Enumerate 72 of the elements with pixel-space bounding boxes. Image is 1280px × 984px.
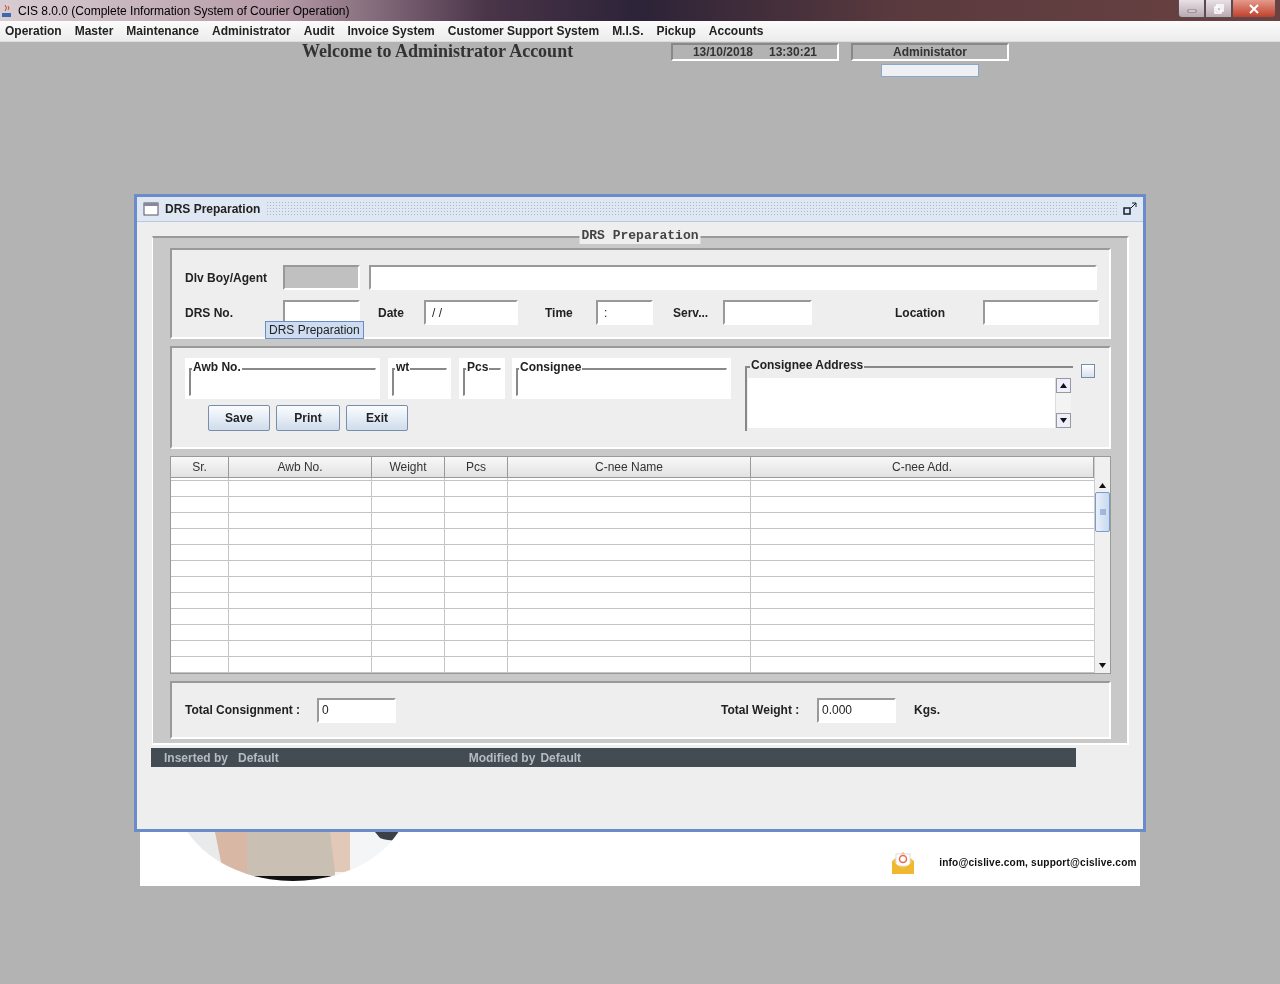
panel-title: DRS Preparation xyxy=(579,228,701,244)
menu-item[interactable]: Master xyxy=(69,24,120,38)
user-name-display: Administator xyxy=(851,43,1009,61)
time-text: 13:30:21 xyxy=(769,45,818,59)
input-field[interactable]: 0 xyxy=(317,697,396,723)
action-button[interactable]: Save xyxy=(208,405,270,431)
field-label: Kgs. xyxy=(914,703,941,717)
field-label: Consignee Address xyxy=(750,358,865,372)
menu-item[interactable]: Customer Support System xyxy=(442,24,606,38)
field-label: Pcs xyxy=(466,360,490,374)
close-button[interactable] xyxy=(1232,0,1276,18)
field-label: Location xyxy=(895,305,946,320)
mail-icon xyxy=(890,849,917,875)
field-label: wt xyxy=(395,360,411,374)
field-label: DRS No. xyxy=(185,305,234,320)
close-icon[interactable] xyxy=(1248,3,1260,14)
scroll-down-icon[interactable] xyxy=(1056,413,1071,428)
input-field[interactable] xyxy=(881,64,979,77)
column-header[interactable]: Awb No. xyxy=(229,457,372,477)
scroll-up-icon[interactable] xyxy=(1056,378,1071,393)
welcome-heading: Welcome to Administrator Account xyxy=(302,42,575,60)
status-text: Modified by xyxy=(468,750,536,765)
contact-emails: info@cislive.com, support@cislive.com xyxy=(939,856,1137,868)
menu-item[interactable]: M.I.S. xyxy=(607,24,650,38)
checkbox[interactable] xyxy=(1081,364,1095,378)
field-label: Dlv Boy/Agent xyxy=(185,270,268,285)
restore-button[interactable] xyxy=(1205,0,1232,18)
field-label: Awb No. xyxy=(192,360,242,374)
restore-icon[interactable] xyxy=(1123,202,1137,216)
menu-item[interactable]: Audit xyxy=(298,24,341,38)
field-label: Consignee xyxy=(519,360,583,374)
window-icon xyxy=(143,201,159,217)
address-field[interactable]: Consignee Address xyxy=(745,358,1073,431)
column-header[interactable]: Pcs xyxy=(445,457,508,477)
column-header[interactable]: Weight xyxy=(372,457,445,477)
status-text: Inserted by xyxy=(164,750,229,765)
input-field[interactable]: Awb No. xyxy=(185,358,380,399)
input-field[interactable] xyxy=(723,300,812,325)
field-label: Total Consignment : xyxy=(185,703,302,717)
field-label: Date xyxy=(378,305,405,320)
input-field[interactable] xyxy=(983,300,1099,325)
menu-item[interactable]: Accounts xyxy=(703,24,770,38)
input-field[interactable]: Pcs xyxy=(459,358,505,399)
menu-item[interactable]: Invoice System xyxy=(342,24,441,38)
menu-item[interactable]: Maintenance xyxy=(121,24,206,38)
tooltip: DRS Preparation xyxy=(265,321,364,339)
minimize-button[interactable] xyxy=(1178,0,1205,18)
column-header[interactable]: Sr. xyxy=(171,457,229,477)
action-button[interactable]: Print xyxy=(276,405,340,431)
menu-item[interactable]: Pickup xyxy=(651,24,702,38)
scroll-thumb[interactable] xyxy=(1095,492,1110,532)
column-header[interactable]: C-nee Name xyxy=(508,457,751,477)
date-text: 13/10/2018 xyxy=(692,45,753,59)
name-field[interactable] xyxy=(369,265,1097,290)
window-title: DRS Preparation xyxy=(165,202,261,216)
input-field[interactable]: wt xyxy=(388,358,451,399)
menu-item[interactable]: Administrator xyxy=(207,24,297,38)
status-text: Default xyxy=(238,750,279,765)
status-text: Default xyxy=(540,750,582,765)
window-title: CIS 8.0.0 (Complete Information System of Courier Operation) xyxy=(18,3,350,18)
table-scrollbar[interactable] xyxy=(1094,457,1110,673)
input-field[interactable]: / / xyxy=(424,300,518,325)
input-field[interactable]: : xyxy=(596,300,653,325)
field-label: Time xyxy=(545,305,574,320)
scrollbar[interactable] xyxy=(1055,378,1071,428)
field-label: Total Weight : xyxy=(721,703,801,717)
menu-item[interactable]: Operation xyxy=(0,24,68,38)
action-button[interactable]: Exit xyxy=(346,405,408,431)
java-cup-icon xyxy=(0,2,14,19)
input-field[interactable]: 0.000 xyxy=(817,697,896,723)
input-field[interactable]: Consignee xyxy=(512,358,731,399)
field-label: Serv... xyxy=(673,305,710,320)
